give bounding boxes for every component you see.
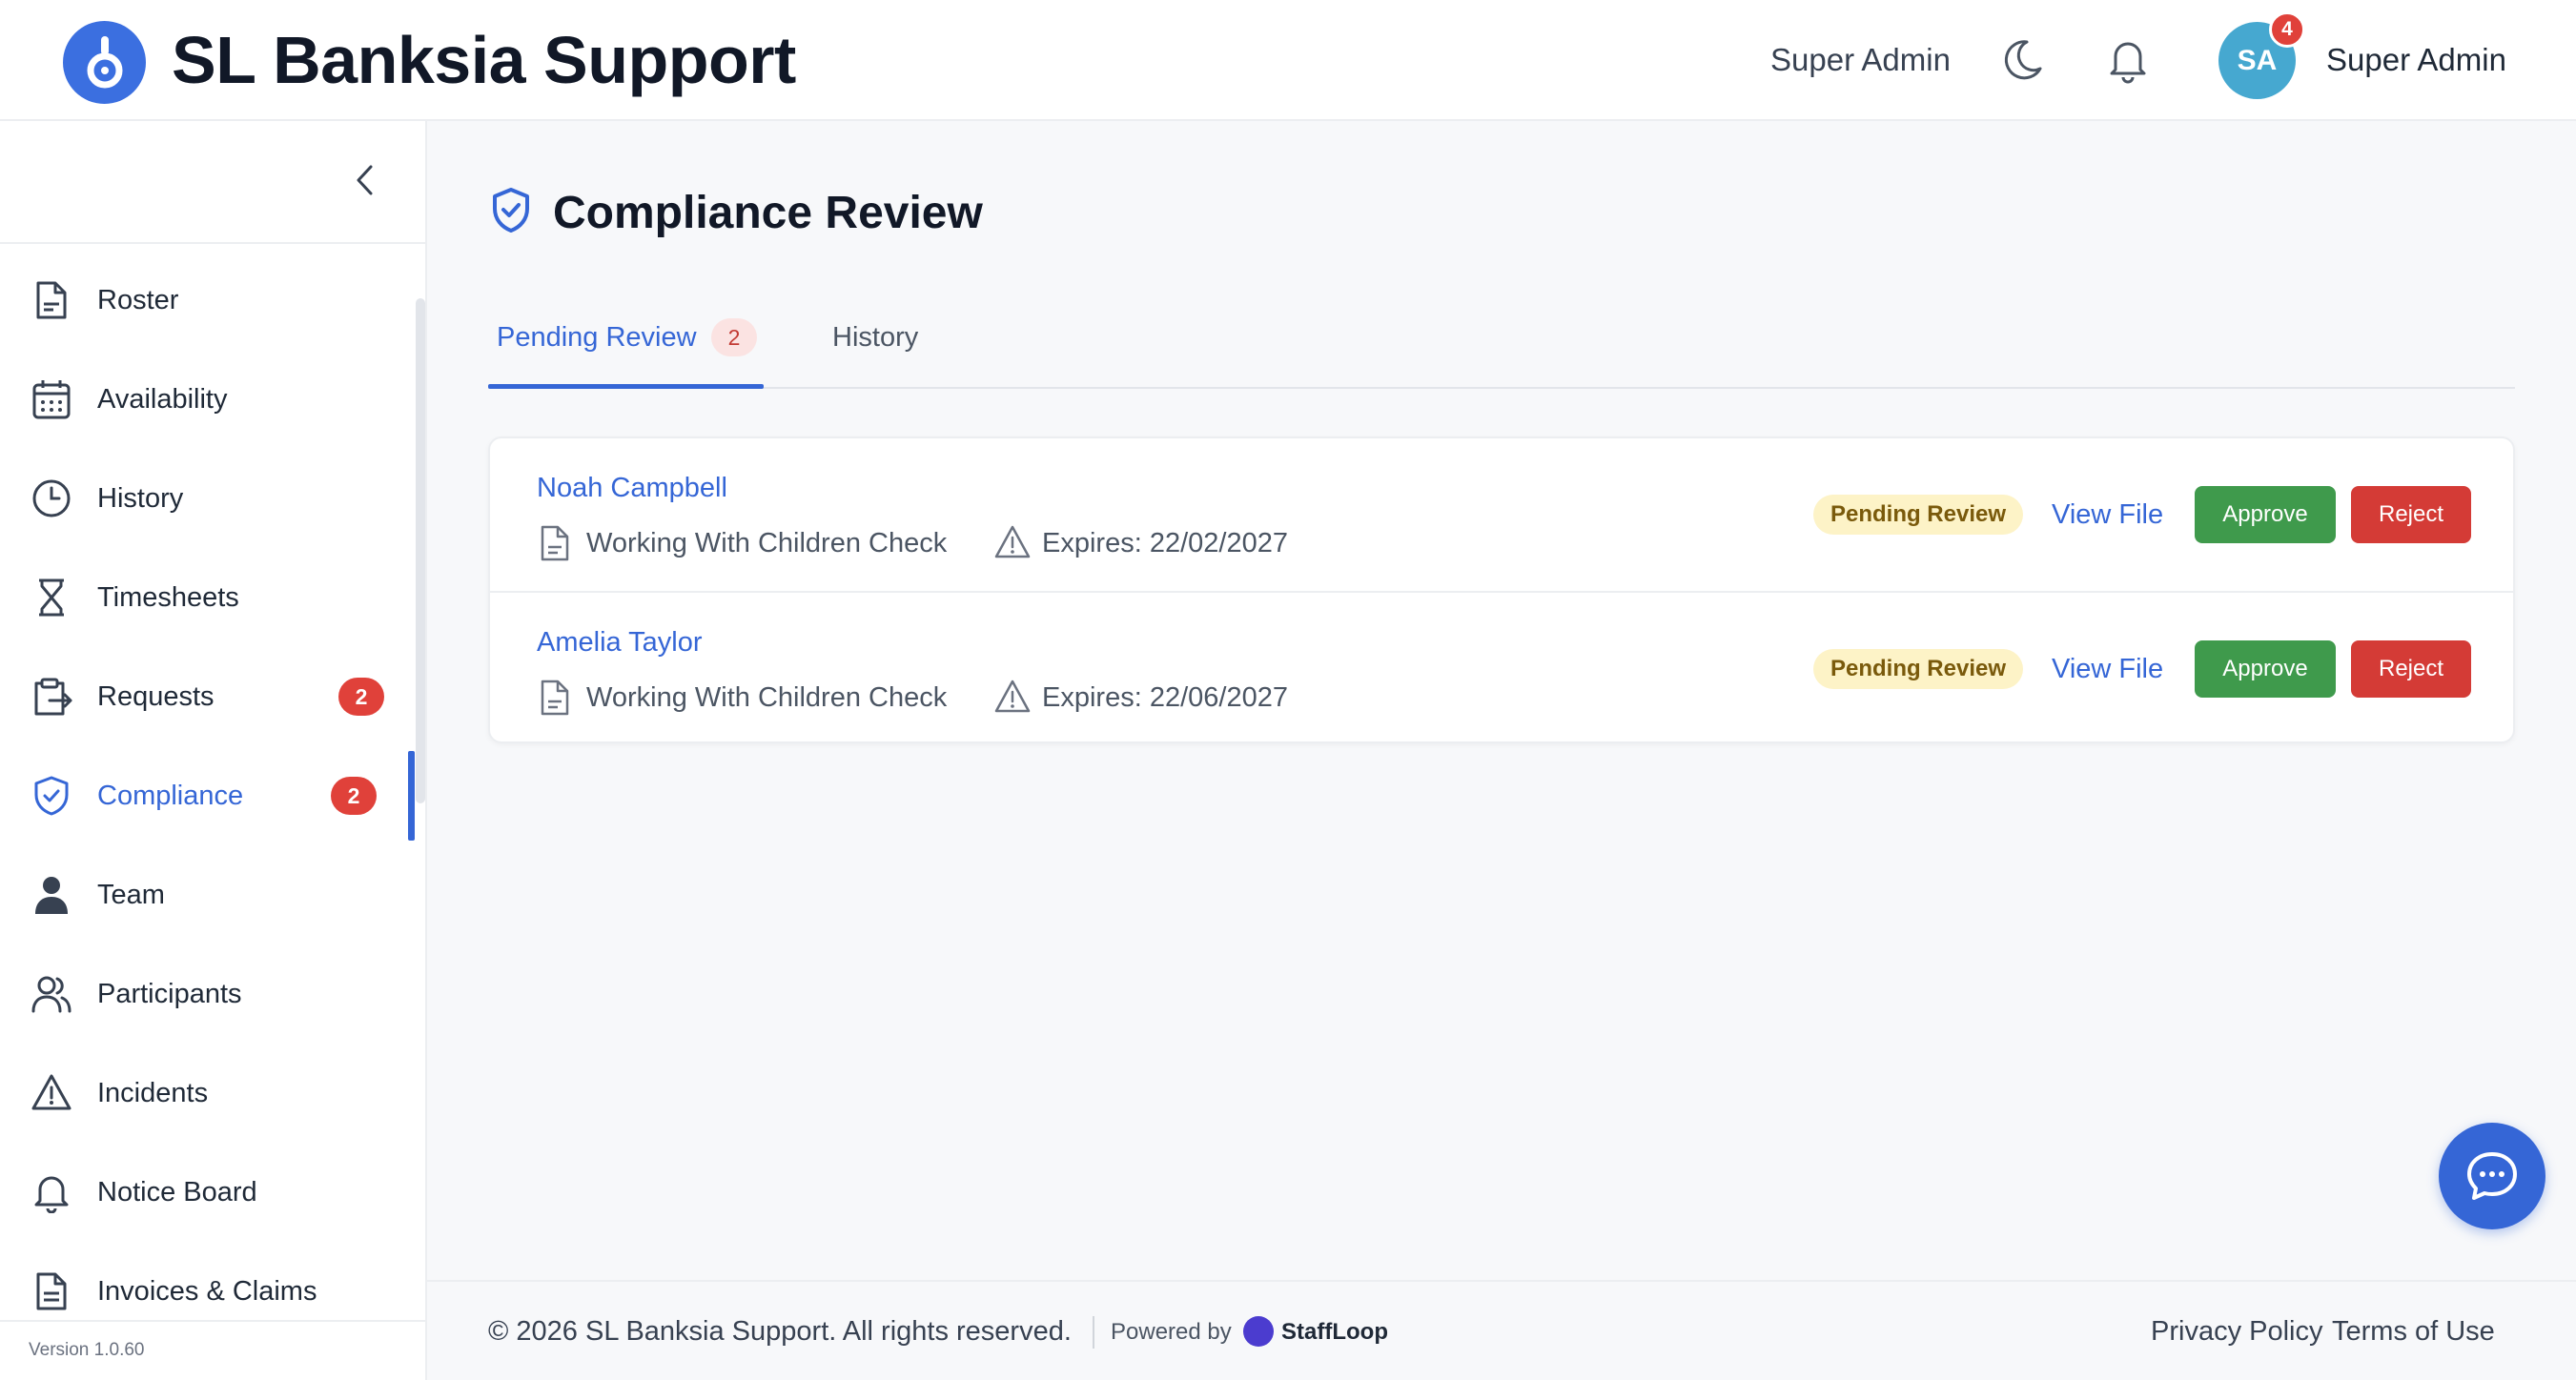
sidebar-item-label: Invoices & Claims bbox=[97, 1276, 317, 1307]
privacy-policy-link[interactable]: Privacy Policy bbox=[2151, 1314, 2323, 1349]
app-version: Version 1.0.60 bbox=[29, 1340, 145, 1360]
warning-icon bbox=[31, 1074, 72, 1110]
sidebar: Roster Availability History Timesheets R… bbox=[0, 121, 427, 1380]
staff-name-link[interactable]: Noah Campbell bbox=[537, 471, 727, 505]
sidebar-item-label: Notice Board bbox=[97, 1177, 257, 1208]
sidebar-item-label: Incidents bbox=[97, 1078, 209, 1108]
sidebar-item-label: Roster bbox=[97, 285, 179, 315]
role-switcher[interactable]: Super Admin bbox=[1770, 40, 1951, 80]
bell-icon bbox=[34, 1176, 69, 1213]
invoice-icon bbox=[36, 1272, 67, 1310]
top-header: SL Banksia Support Super Admin SA 4 Supe… bbox=[0, 0, 2576, 121]
view-file-link[interactable]: View File bbox=[2052, 650, 2163, 688]
calendar-icon bbox=[32, 380, 71, 419]
terms-of-use-link[interactable]: Terms of Use bbox=[2332, 1314, 2495, 1349]
page-title-shield-icon bbox=[493, 188, 529, 233]
sidebar-item-notice-board[interactable]: Notice Board bbox=[0, 1149, 425, 1235]
active-tab-underline bbox=[488, 384, 764, 389]
warning-icon bbox=[994, 680, 1031, 713]
sidebar-item-incidents[interactable]: Incidents bbox=[0, 1050, 425, 1136]
status-badge: Pending Review bbox=[1813, 495, 2023, 535]
document-type: Working With Children Check bbox=[586, 682, 948, 713]
sidebar-item-availability[interactable]: Availability bbox=[0, 356, 425, 442]
powered-by-label: Powered by bbox=[1111, 1319, 1232, 1345]
document-type: Working With Children Check bbox=[586, 528, 948, 558]
brand-logo-icon bbox=[87, 35, 122, 88]
user-name-menu[interactable]: Super Admin bbox=[2326, 40, 2506, 80]
table-row: Noah Campbell Working With Children Chec… bbox=[490, 438, 2513, 591]
sidebar-item-label: Availability bbox=[97, 384, 228, 415]
app-title: SL Banksia Support bbox=[172, 23, 796, 97]
footer-separator bbox=[1093, 1316, 1094, 1349]
sidebar-item-label: Compliance bbox=[97, 781, 244, 811]
notification-bell-icon[interactable] bbox=[2104, 35, 2152, 85]
sidebar-item-history[interactable]: History bbox=[0, 456, 425, 541]
dark-mode-moon-icon[interactable] bbox=[1998, 36, 2046, 84]
sidebar-item-label: Timesheets bbox=[97, 582, 239, 613]
approve-button[interactable]: Approve bbox=[2195, 640, 2336, 698]
sidebar-footer-divider bbox=[0, 1320, 425, 1322]
requests-count-badge: 2 bbox=[338, 678, 384, 716]
brand-logo[interactable] bbox=[63, 21, 146, 104]
document-icon bbox=[36, 281, 67, 319]
status-badge: Pending Review bbox=[1813, 649, 2023, 689]
chat-bubble-icon bbox=[2467, 1152, 2517, 1200]
hourglass-icon bbox=[39, 578, 64, 617]
chat-button[interactable] bbox=[2439, 1123, 2545, 1229]
sidebar-divider bbox=[0, 242, 425, 244]
compliance-review-list: Noah Campbell Working With Children Chec… bbox=[488, 436, 2515, 743]
sidebar-item-roster[interactable]: Roster bbox=[0, 257, 425, 343]
active-nav-indicator bbox=[408, 751, 415, 841]
tab-pending-review[interactable]: Pending Review bbox=[497, 318, 697, 356]
sidebar-item-timesheets[interactable]: Timesheets bbox=[0, 555, 425, 640]
sidebar-item-compliance[interactable]: Compliance 2 bbox=[0, 753, 425, 839]
approve-button[interactable]: Approve bbox=[2195, 486, 2336, 543]
document-icon bbox=[541, 525, 569, 561]
warning-icon bbox=[994, 525, 1031, 558]
notification-count-badge: 4 bbox=[2269, 11, 2305, 48]
compliance-count-badge: 2 bbox=[331, 777, 377, 815]
expiry-date: Expires: 22/02/2027 bbox=[1042, 528, 1288, 558]
tab-history[interactable]: History bbox=[832, 318, 918, 356]
page-title: Compliance Review bbox=[553, 188, 983, 238]
person-icon bbox=[35, 877, 68, 914]
clock-icon bbox=[32, 479, 71, 518]
table-row: Amelia Taylor Working With Children Chec… bbox=[490, 591, 2513, 743]
tabs-divider bbox=[488, 387, 2515, 389]
sidebar-item-label: History bbox=[97, 483, 184, 514]
sidebar-item-team[interactable]: Team bbox=[0, 852, 425, 938]
clipboard-export-icon bbox=[34, 678, 72, 716]
shield-check-icon bbox=[34, 776, 69, 816]
staff-name-link[interactable]: Amelia Taylor bbox=[537, 625, 703, 660]
people-icon bbox=[31, 976, 72, 1013]
staffloop-logo-icon bbox=[1243, 1316, 1274, 1347]
pending-review-count-badge: 2 bbox=[711, 318, 757, 356]
copyright-text: © 2026 SL Banksia Support. All rights re… bbox=[488, 1316, 1072, 1347]
sidebar-item-label: Participants bbox=[97, 979, 242, 1009]
document-icon bbox=[541, 680, 569, 716]
sidebar-item-participants[interactable]: Participants bbox=[0, 951, 425, 1037]
view-file-link[interactable]: View File bbox=[2052, 496, 2163, 534]
collapse-sidebar-chevron-left-icon[interactable] bbox=[345, 159, 387, 201]
expiry-date: Expires: 22/06/2027 bbox=[1042, 682, 1288, 713]
reject-button[interactable]: Reject bbox=[2351, 640, 2471, 698]
sidebar-scrollbar[interactable] bbox=[416, 298, 425, 803]
page-footer: © 2026 SL Banksia Support. All rights re… bbox=[427, 1280, 2576, 1380]
reject-button[interactable]: Reject bbox=[2351, 486, 2471, 543]
sidebar-item-label: Team bbox=[97, 880, 165, 910]
staffloop-brand[interactable]: StaffLoop bbox=[1281, 1318, 1388, 1347]
sidebar-item-requests[interactable]: Requests 2 bbox=[0, 654, 425, 740]
sidebar-item-label: Requests bbox=[97, 681, 215, 712]
